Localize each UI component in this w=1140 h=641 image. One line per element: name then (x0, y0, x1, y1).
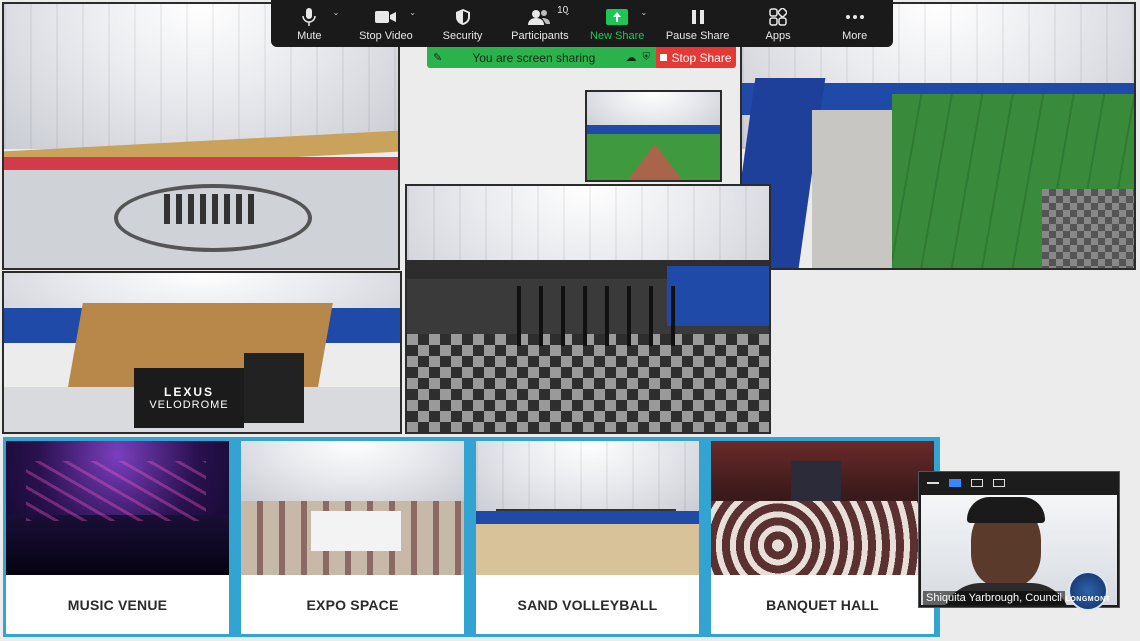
stop-share-label: Stop Share (671, 50, 732, 65)
banquet-hall-photo (711, 441, 934, 575)
stop-video-label: Stop Video (359, 29, 413, 42)
shield-icon (455, 6, 471, 28)
pause-share-button[interactable]: Pause Share (665, 0, 730, 47)
participants-label: Participants (511, 29, 569, 42)
share-status-text: You are screen sharing (472, 50, 596, 65)
speaker-view-icon[interactable] (949, 479, 961, 487)
chevron-down-icon[interactable]: ⌄ (333, 8, 340, 17)
velodrome-sign-line1: LEXUS (163, 385, 214, 399)
strip-view-icon[interactable] (971, 479, 983, 487)
venue-card-volleyball[interactable]: SAND VOLLEYBALL (476, 441, 699, 634)
share-status: ✎ You are screen sharing ☁ ⛨ (427, 47, 656, 68)
meeting-toolbar: ⌄ Mute ⌄ Stop Video Security 10 ⌄ Partic… (271, 0, 893, 47)
fitness-gym-photo (405, 184, 771, 434)
longmont-logo (1068, 571, 1108, 611)
participant-name: Shiquita Yarbrough, Council (923, 591, 1065, 605)
participants-icon: 10 (527, 5, 568, 28)
venue-label: MUSIC VENUE (67, 596, 168, 613)
stop-video-button[interactable]: ⌄ Stop Video (358, 0, 416, 47)
more-button[interactable]: More (827, 0, 883, 47)
velodrome-sign: LEXUS VELODROME (134, 368, 244, 428)
more-label: More (842, 29, 868, 42)
microphone-icon (302, 6, 317, 28)
pin-icon[interactable]: ✎ (433, 51, 442, 64)
chevron-down-icon[interactable]: ⌄ (409, 8, 416, 17)
mute-label: Mute (297, 29, 322, 42)
chevron-down-icon[interactable]: ⌄ (641, 8, 648, 17)
venue-label: SAND VOLLEYBALL (517, 596, 658, 613)
cloud-icon: ☁ (625, 52, 637, 64)
new-share-label: New Share (590, 29, 645, 42)
minimize-icon[interactable] (927, 482, 939, 484)
expo-space-photo (241, 441, 464, 575)
venue-label: BANQUET HALL (766, 596, 879, 613)
security-label: Security (442, 29, 483, 42)
apps-icon (769, 6, 788, 28)
venue-card-banquet[interactable]: BANQUET HALL (711, 441, 934, 634)
music-venue-photo (6, 441, 229, 575)
apps-button[interactable]: Apps (750, 0, 806, 47)
video-camera-icon (374, 6, 397, 28)
screen-share-status-bar: ✎ You are screen sharing ☁ ⛨ Stop Share (427, 47, 736, 68)
mute-button[interactable]: ⌄ Mute (281, 0, 340, 47)
participant-cap (967, 497, 1045, 523)
pause-share-label: Pause Share (665, 29, 730, 42)
venue-card-expo[interactable]: EXPO SPACE (241, 441, 464, 634)
participants-button[interactable]: 10 ⌄ Participants (511, 0, 571, 47)
share-screen-icon (606, 6, 629, 28)
sand-volleyball-photo (476, 441, 699, 575)
shield-check-icon: ⛨ (642, 52, 651, 63)
venue-gallery: MUSIC VENUE EXPO SPACE SAND VOLLEYBALL B… (3, 437, 940, 637)
basketball-court-photo: LEXUS VELODROME (2, 271, 402, 434)
pause-icon (691, 6, 705, 28)
venue-label: EXPO SPACE (306, 596, 399, 613)
apps-label: Apps (765, 29, 791, 42)
gallery-view-icon[interactable] (993, 479, 1005, 487)
chevron-down-icon[interactable]: ⌄ (564, 8, 571, 17)
watermark-text: LONGMONT (1065, 596, 1111, 603)
new-share-button[interactable]: ⌄ New Share (589, 0, 648, 47)
stop-share-button[interactable]: Stop Share (656, 47, 736, 68)
baseball-field-photo (585, 90, 722, 182)
tile-view-controls (919, 472, 1119, 494)
velodrome-sign-line2: VELODROME (149, 399, 229, 411)
security-button[interactable]: Security (435, 0, 491, 47)
more-dots-icon (845, 6, 865, 28)
stop-square-icon (660, 54, 668, 61)
venue-card-music[interactable]: MUSIC VENUE (6, 441, 229, 634)
